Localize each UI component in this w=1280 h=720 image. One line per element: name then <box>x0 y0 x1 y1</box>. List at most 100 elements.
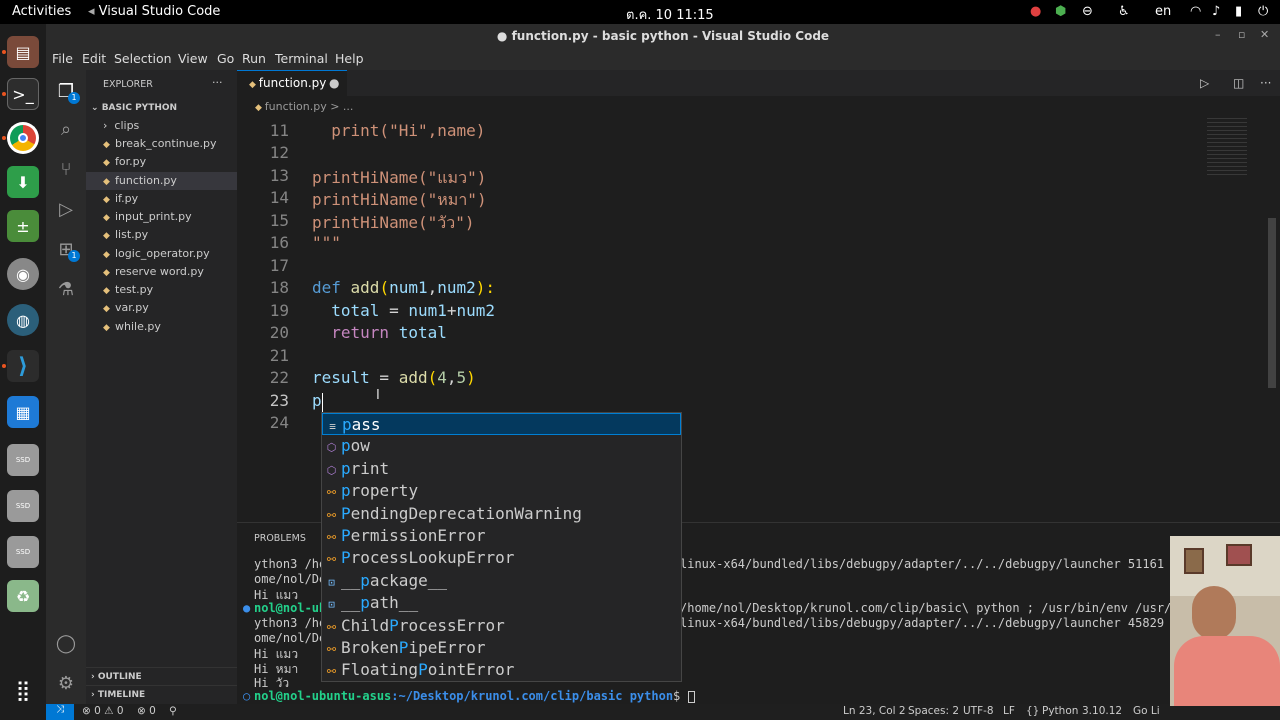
suggestion-item[interactable]: ⊡ __path__ <box>322 592 681 614</box>
mouse-ibeam-icon: I <box>376 388 380 403</box>
trash-icon[interactable]: ♻ <box>7 580 39 612</box>
close-icon[interactable]: ✕ <box>1260 28 1269 41</box>
suggestion-item[interactable]: ⬡ pow <box>322 435 681 457</box>
timeline-section[interactable]: › TIMELINE <box>86 685 237 703</box>
terminal-prompt[interactable]: nol@nol-ubuntu-asus:~/Desktop/krunol.com… <box>254 689 695 703</box>
list-item[interactable]: ◆ reserve word.py <box>86 263 237 281</box>
autocomplete-list[interactable]: ≡ pass ⬡ pow ⬡ print ⚯ property ⚯ PendingDepr… <box>321 412 682 682</box>
shield-icon[interactable]: ⬢ <box>1055 4 1066 19</box>
menu-help[interactable]: Help <box>335 51 364 66</box>
suggestion-item[interactable]: ⚯ BrokenPipeError <box>322 637 681 659</box>
list-item[interactable]: ◆ break_continue.py <box>86 135 237 153</box>
menu-terminal[interactable]: Terminal <box>275 51 328 66</box>
settings-gear-icon[interactable]: ⚙ <box>54 672 78 696</box>
tab-function-py[interactable]: ◆ function.py ● <box>237 70 347 96</box>
suggestion-item[interactable]: ⚯ PermissionError <box>322 525 681 547</box>
status-icon[interactable]: ⊖ <box>1082 4 1093 19</box>
suggestion-item[interactable]: ⬡ print <box>322 458 681 480</box>
terminal-icon[interactable]: >_ <box>7 78 39 110</box>
go-live-button[interactable]: Go Li <box>1133 705 1160 717</box>
clock[interactable]: ต.ค. 10 11:15 <box>626 4 714 25</box>
menu-file[interactable]: File <box>52 51 73 66</box>
encoding[interactable]: UTF-8 <box>963 705 994 717</box>
list-item[interactable]: ◆ test.py <box>86 281 237 299</box>
minimap[interactable] <box>1207 118 1247 178</box>
list-item[interactable]: ◆ for.py <box>86 153 237 171</box>
chevron-down-icon: ⌄ <box>91 103 102 113</box>
files-icon[interactable]: ▤ <box>7 36 39 68</box>
list-item[interactable]: ◆ while.py <box>86 318 237 336</box>
suggestion-item[interactable]: ⚯ property <box>322 480 681 502</box>
list-item-active[interactable]: ◆ function.py <box>86 172 237 190</box>
show-apps-icon[interactable]: ⣿ <box>7 674 39 706</box>
ports-count[interactable]: ⊗ 0 <box>137 705 156 717</box>
suggestion-item[interactable]: ⚯ ProcessLookupError <box>322 547 681 569</box>
list-item[interactable]: ◆ input_print.py <box>86 208 237 226</box>
list-item[interactable]: ◆ list.py <box>86 226 237 244</box>
testing-icon[interactable]: ⚗ <box>54 278 78 302</box>
wifi-icon[interactable]: ◠ <box>1190 4 1201 19</box>
calculator-icon[interactable]: ± <box>7 210 39 242</box>
remote-icon[interactable]: ⤨ <box>46 704 74 720</box>
braces-icon[interactable]: {} <box>1026 705 1039 717</box>
run-debug-icon[interactable]: ▷ <box>54 198 78 222</box>
list-item-folder[interactable]: › clips <box>86 117 237 135</box>
language-mode[interactable]: Python <box>1042 705 1078 717</box>
more-actions-icon[interactable]: ··· <box>212 76 223 89</box>
suggestion-item[interactable]: ⊡ __package__ <box>322 570 681 592</box>
speaker-icon[interactable]: ◉ <box>7 258 39 290</box>
list-item[interactable]: ◆ if.py <box>86 190 237 208</box>
python-version[interactable]: 3.10.12 <box>1082 705 1122 717</box>
tab-problems[interactable]: PROBLEMS <box>254 533 306 544</box>
run-file-icon[interactable]: ▷ <box>1200 76 1209 90</box>
menu-view[interactable]: View <box>178 51 208 66</box>
suggestion-item[interactable]: ⚯ FloatingPointError <box>322 659 681 681</box>
debug-icon[interactable]: ⚲ <box>169 705 177 717</box>
cursor-position[interactable]: Ln 23, Col 2 <box>843 705 906 717</box>
menu-go[interactable]: Go <box>217 51 234 66</box>
writer-icon[interactable]: ▦ <box>7 396 39 428</box>
menu-edit[interactable]: Edit <box>82 51 106 66</box>
dock: ▤ >_ ⬇ ± ◉ ◍ ⟩ ▦ SSD SSD SSD ♻ ⣿ <box>0 24 46 720</box>
account-icon[interactable]: ◯ <box>54 632 78 656</box>
download-icon[interactable]: ⬇ <box>7 166 39 198</box>
running-indicator <box>2 364 6 368</box>
maximize-icon[interactable]: ▫ <box>1238 28 1245 41</box>
ssd-drive-icon-3[interactable]: SSD <box>7 536 39 568</box>
ssd-drive-icon[interactable]: SSD <box>7 444 39 476</box>
folder-header[interactable]: ⌄ BASIC PYTHON <box>86 99 237 117</box>
class-icon: ⚯ <box>326 531 337 544</box>
explorer-badge: 1 <box>68 92 80 104</box>
minimize-icon[interactable]: – <box>1215 28 1221 41</box>
source-control-icon[interactable]: ⑂ <box>54 158 78 182</box>
search-icon[interactable]: ⌕ <box>54 118 78 142</box>
menu-run[interactable]: Run <box>242 51 266 66</box>
app-menu[interactable]: ◂ Visual Studio Code <box>88 4 220 19</box>
window-title: ● function.py - basic python - Visual St… <box>46 24 1280 48</box>
accessibility-icon[interactable]: ♿ <box>1118 4 1130 19</box>
record-icon[interactable]: ● <box>1030 4 1041 19</box>
split-editor-icon[interactable]: ◫ <box>1233 76 1244 90</box>
indentation[interactable]: Spaces: 2 <box>908 705 959 717</box>
browser-icon[interactable]: ◍ <box>7 304 39 336</box>
vscode-icon[interactable]: ⟩ <box>7 350 39 382</box>
suggestion-item[interactable]: ⚯ PendingDeprecationWarning <box>322 503 681 525</box>
end-of-line[interactable]: LF <box>1003 705 1015 717</box>
problems-count[interactable]: ⊗ 0 ⚠ 0 <box>82 705 124 717</box>
list-item[interactable]: ◆ var.py <box>86 299 237 317</box>
ssd-drive-icon-2[interactable]: SSD <box>7 490 39 522</box>
menu-selection[interactable]: Selection <box>114 51 172 66</box>
suggestion-item[interactable]: ⚯ ChildProcessError <box>322 615 681 637</box>
mic-icon[interactable]: ▮ <box>1235 4 1242 19</box>
more-actions-icon[interactable]: ··· <box>1260 76 1271 90</box>
activities-button[interactable]: Activities <box>12 4 71 19</box>
language-indicator[interactable]: en <box>1155 4 1171 19</box>
chrome-icon[interactable] <box>7 122 39 154</box>
unsaved-dot-icon[interactable]: ● <box>329 71 339 95</box>
power-icon[interactable]: ⏻ <box>1258 4 1268 19</box>
volume-icon[interactable]: ♪ <box>1212 4 1220 19</box>
list-item[interactable]: ◆ logic_operator.py <box>86 245 237 263</box>
scrollbar[interactable] <box>1268 218 1276 388</box>
outline-section[interactable]: › OUTLINE <box>86 667 237 685</box>
suggestion-item-selected[interactable]: ≡ pass <box>322 413 681 436</box>
